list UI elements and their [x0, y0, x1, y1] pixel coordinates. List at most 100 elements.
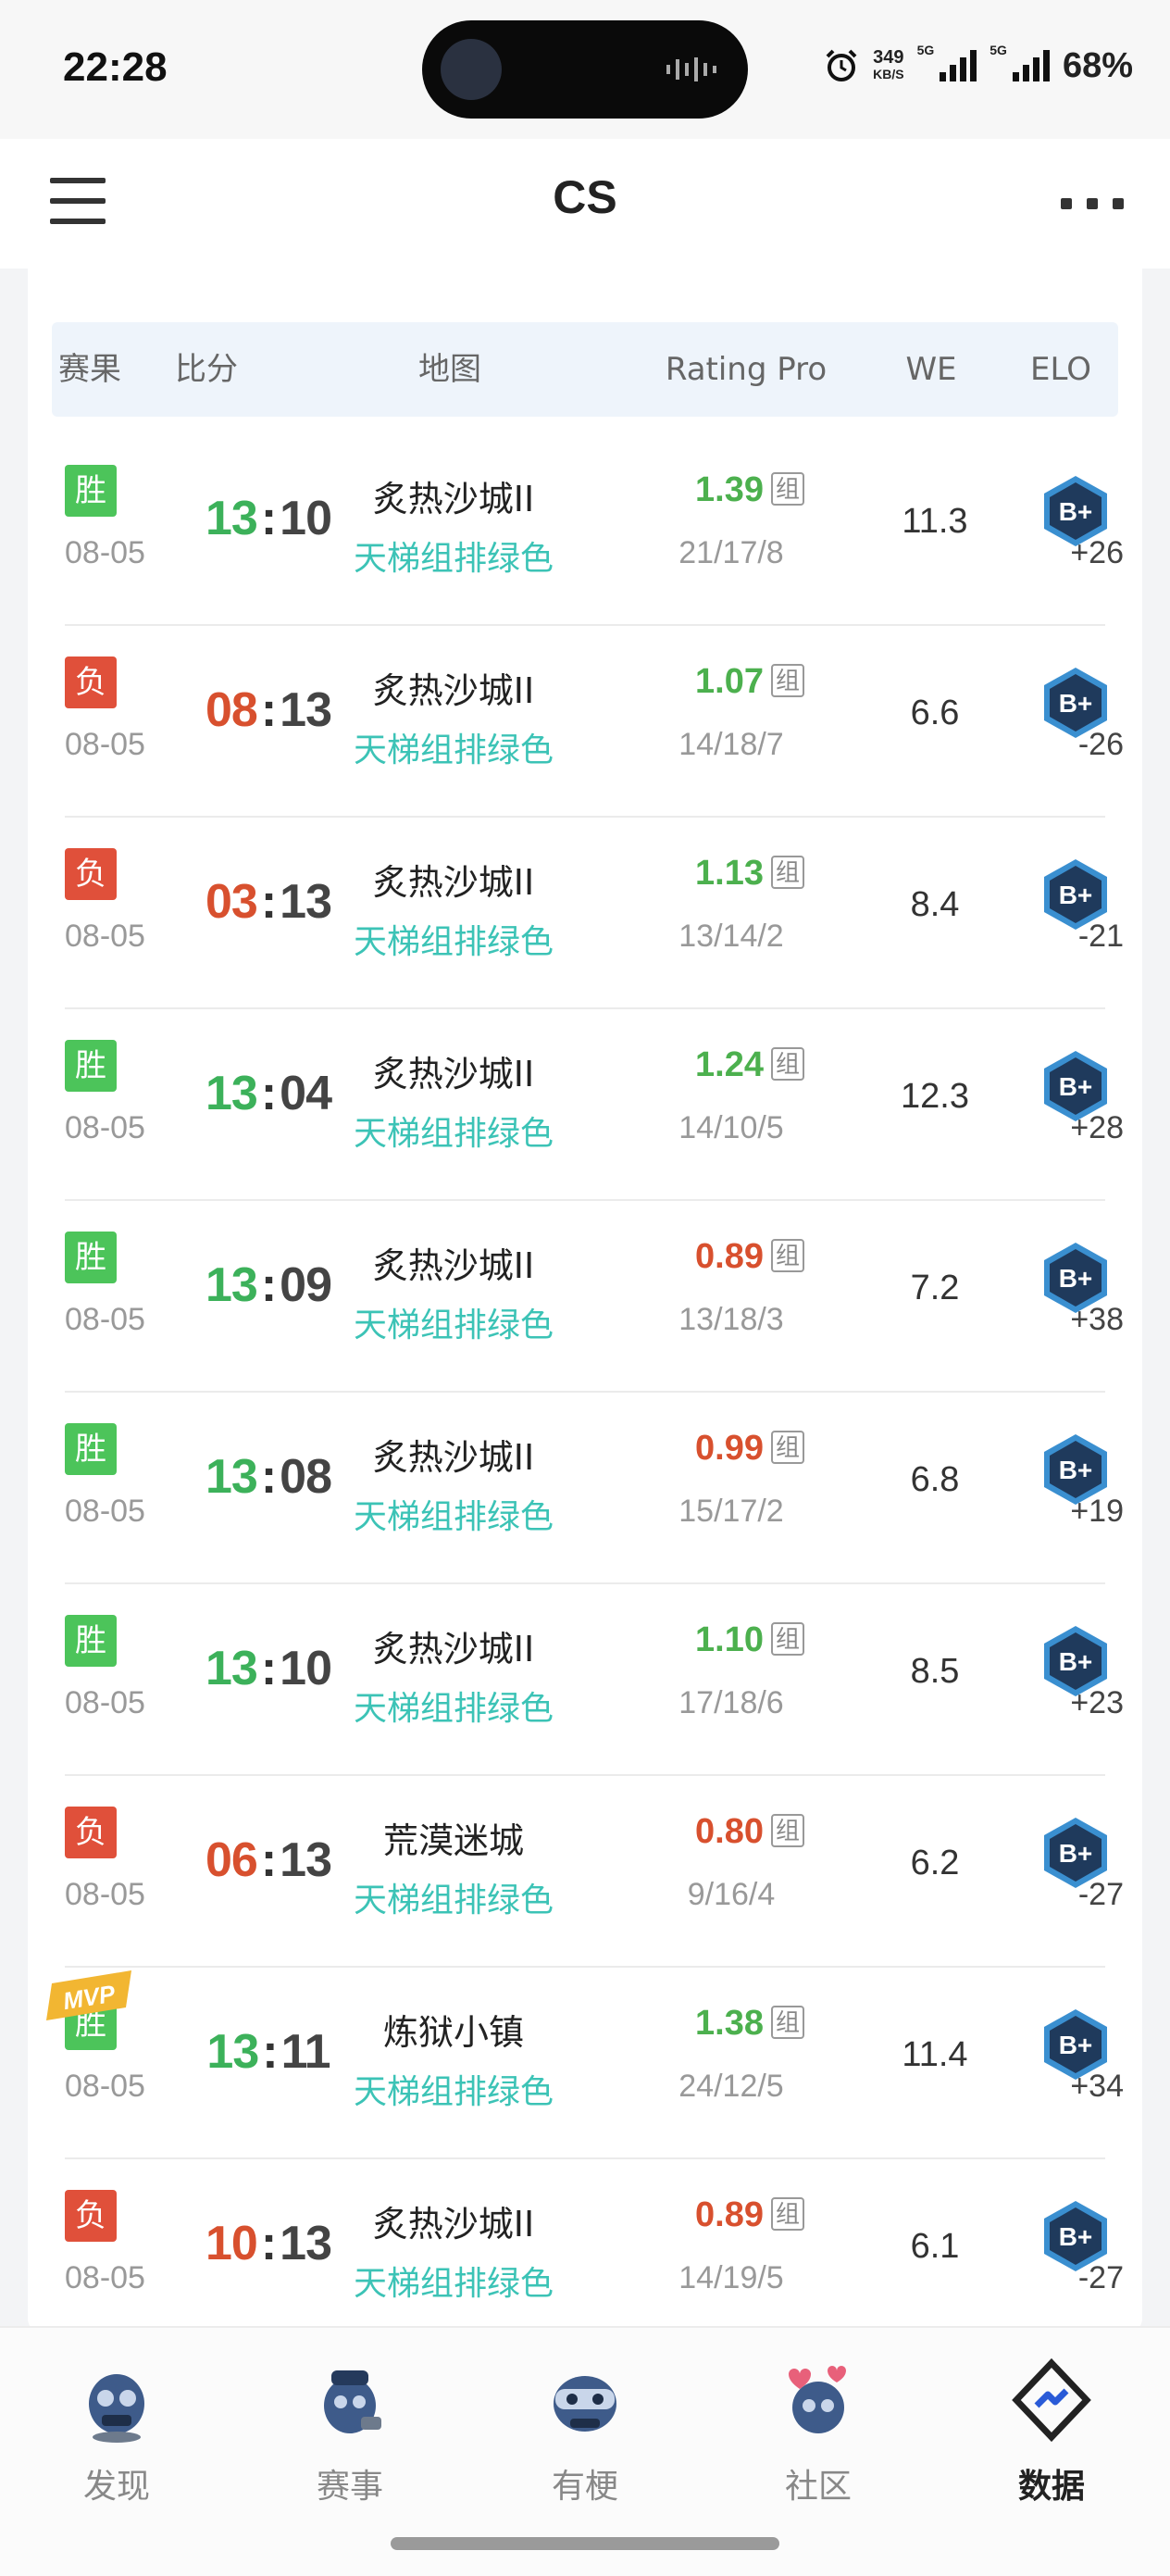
column-header-rating: Rating Pro [665, 351, 828, 388]
column-header-score: 比分 [175, 351, 238, 388]
column-header-result: 赛果 [58, 351, 121, 388]
match-date: 08-05 [65, 2260, 145, 2295]
map-name: 炙热沙城II [372, 2204, 535, 2245]
map-name: 炙热沙城II [372, 1054, 535, 1094]
svg-text:B+: B+ [1059, 2222, 1093, 2251]
page-title: CS [553, 171, 617, 223]
match-history-card: 赛果 比分 地图 Rating Pro WE ELO 胜 08-05 13:10… [28, 269, 1142, 2351]
nav-item-meme[interactable]: 有梗 [511, 2354, 659, 2507]
network-type-1: 5G [916, 43, 935, 57]
match-row[interactable]: 负 08-05 08:13 炙热沙城II 天梯组排绿色 1.07 组 14/18/… [65, 625, 1124, 818]
signal-bars-icon [940, 50, 977, 81]
rating-pro: 1.39 组 [657, 470, 842, 510]
we-value: 11.3 [902, 502, 968, 541]
match-row[interactable]: 负 08-05 06:13 荒漠迷城 天梯组排绿色 0.80 组 9/16/4 6… [65, 1775, 1124, 1968]
home-indicator[interactable] [391, 2537, 779, 2550]
elo-change: +38 [1070, 1302, 1124, 1337]
match-score: 08:13 [205, 683, 332, 737]
nav-label: 发现 [82, 2468, 150, 2506]
elo-change: -27 [1077, 2260, 1124, 2295]
match-mode: 天梯组排绿色 [353, 2073, 554, 2111]
group-tag-icon: 组 [770, 856, 804, 889]
data-diamond-icon [1012, 2357, 1091, 2443]
kda-stats: 24/12/5 [678, 2069, 784, 2104]
match-score: 13:10 [205, 492, 332, 545]
svg-text:B+: B+ [1059, 881, 1093, 909]
kda-stats: 13/18/3 [678, 1302, 784, 1337]
match-mode: 天梯组排绿色 [353, 540, 554, 578]
match-score: 10:13 [205, 2217, 332, 2270]
network-speed: 349 KB/S [873, 47, 904, 81]
match-date: 08-05 [65, 727, 145, 762]
result-badge: 胜 [65, 465, 117, 517]
elo-change: +23 [1070, 1685, 1124, 1720]
svg-text:B+: B+ [1059, 2031, 1093, 2059]
column-header-map: 地图 [418, 351, 481, 388]
match-date: 08-05 [65, 1494, 145, 1529]
match-row[interactable]: 胜 08-05 13:04 炙热沙城II 天梯组排绿色 1.24 组 14/10/… [65, 1008, 1124, 1201]
match-score: 13:11 [206, 2025, 330, 2079]
match-score: 13:10 [205, 1642, 332, 1695]
result-badge: 胜 [65, 1615, 117, 1667]
match-row[interactable]: 负 08-05 10:13 炙热沙城II 天梯组排绿色 0.89 组 14/19/… [65, 2158, 1124, 2351]
rating-pro: 0.89 组 [657, 2195, 842, 2235]
elo-change: -26 [1077, 727, 1124, 762]
svg-text:B+: B+ [1059, 497, 1093, 526]
we-value: 12.3 [901, 1077, 969, 1116]
match-date: 08-05 [65, 1877, 145, 1912]
kda-stats: 17/18/6 [678, 1685, 784, 1720]
meme-mascot-icon [554, 2376, 616, 2432]
svg-text:B+: B+ [1059, 1456, 1093, 1484]
match-mode: 天梯组排绿色 [353, 1498, 554, 1536]
kda-stats: 14/18/7 [678, 727, 784, 762]
nav-item-discover[interactable]: 发现 [43, 2354, 191, 2507]
we-value: 6.8 [910, 1460, 960, 1499]
kda-stats: 21/17/8 [678, 535, 784, 570]
more-options-icon[interactable] [1061, 198, 1124, 211]
match-date: 08-05 [65, 1110, 145, 1145]
nav-label: 数据 [1017, 2468, 1085, 2506]
nav-item-community[interactable]: 社区 [744, 2354, 892, 2507]
group-tag-icon: 组 [770, 2197, 804, 2231]
nav-label: 社区 [784, 2468, 852, 2506]
nav-item-data[interactable]: 数据 [977, 2354, 1126, 2507]
svg-text:B+: B+ [1059, 1839, 1093, 1868]
audio-wave-icon [666, 57, 716, 81]
group-tag-icon: 组 [770, 1431, 804, 1464]
nav-label: 有梗 [551, 2468, 618, 2506]
result-badge: 负 [65, 657, 117, 708]
match-row[interactable]: 胜 08-05 13:11 炼狱小镇 天梯组排绿色 1.38 组 24/12/5 … [46, 1967, 1124, 2159]
dynamic-island[interactable] [422, 20, 748, 119]
svg-text:B+: B+ [1059, 1647, 1093, 1676]
match-score: 03:13 [205, 875, 332, 929]
elo-change: -21 [1077, 919, 1124, 954]
match-row[interactable]: 胜 08-05 13:10 炙热沙城II 天梯组排绿色 1.10 组 17/18/… [65, 1583, 1124, 1776]
match-mode: 天梯组排绿色 [353, 1690, 554, 1728]
match-score: 13:09 [205, 1258, 332, 1312]
we-value: 6.6 [910, 694, 960, 732]
map-name: 炙热沙城II [372, 670, 535, 711]
match-row[interactable]: 负 08-05 03:13 炙热沙城II 天梯组排绿色 1.13 组 13/14/… [65, 817, 1124, 1009]
match-row[interactable]: 胜 08-05 13:09 炙热沙城II 天梯组排绿色 0.89 组 13/18/… [65, 1200, 1124, 1393]
table-header: 赛果 比分 地图 Rating Pro WE ELO [52, 322, 1118, 417]
elo-change: +28 [1070, 1110, 1124, 1145]
result-badge: 胜 [65, 1040, 117, 1092]
map-name: 炙热沙城II [372, 1437, 535, 1478]
match-score: 13:04 [205, 1067, 332, 1120]
elo-change: -27 [1077, 1877, 1124, 1912]
match-date: 08-05 [65, 919, 145, 954]
kda-stats: 15/17/2 [678, 1494, 784, 1529]
mvp-badge-icon: MVP [46, 1970, 131, 2020]
map-name: 炙热沙城II [372, 479, 535, 519]
nav-item-events[interactable]: 赛事 [276, 2354, 424, 2507]
group-tag-icon: 组 [770, 1239, 804, 1272]
match-row[interactable]: 胜 08-05 13:10 炙热沙城II 天梯组排绿色 1.39 组 21/17/… [65, 433, 1124, 626]
app-header: CS [0, 139, 1170, 269]
match-date: 08-05 [65, 535, 145, 570]
map-name: 炙热沙城II [372, 1245, 535, 1286]
group-tag-icon: 组 [770, 1047, 804, 1081]
match-mode: 天梯组排绿色 [353, 2265, 554, 2303]
elo-change: +26 [1070, 535, 1124, 570]
match-row[interactable]: 胜 08-05 13:08 炙热沙城II 天梯组排绿色 0.99 组 15/17/… [65, 1392, 1124, 1584]
match-mode: 天梯组排绿色 [353, 1307, 554, 1344]
